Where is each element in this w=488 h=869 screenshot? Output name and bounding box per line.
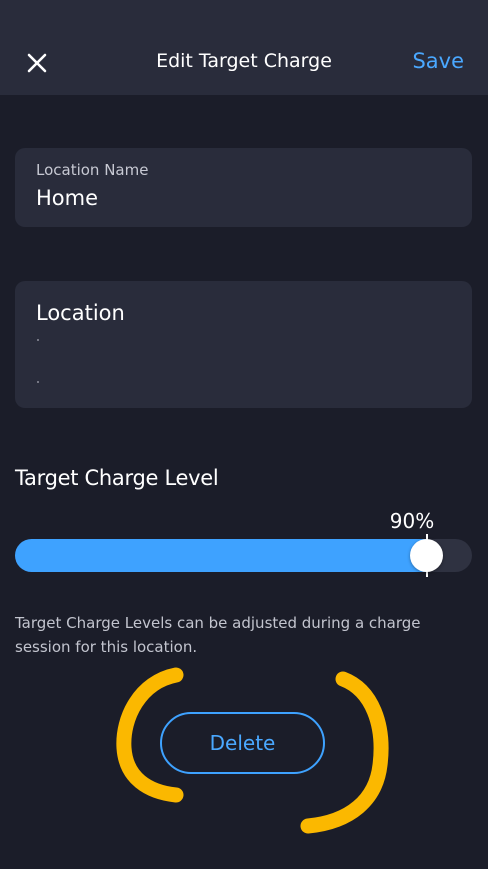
address-line-2-placeholder	[37, 381, 39, 383]
helper-text: Target Charge Levels can be adjusted dur…	[15, 614, 421, 656]
location-name-label: Location Name	[36, 161, 149, 179]
location-name-value: Home	[36, 186, 99, 210]
delete-button[interactable]: Delete	[160, 712, 325, 774]
top-bar: Edit Target Charge Save	[0, 0, 488, 95]
slider-thumb[interactable]	[410, 539, 443, 572]
target-charge-value: 90%	[389, 509, 435, 533]
delete-button-label: Delete	[209, 731, 276, 755]
location-label: Location	[36, 301, 125, 325]
location-field[interactable]: Location	[15, 281, 472, 408]
address-line-1-placeholder	[37, 339, 39, 341]
save-button[interactable]: Save	[412, 49, 464, 73]
location-name-field[interactable]: Location Name Home	[15, 148, 472, 227]
target-charge-title: Target Charge Level	[15, 466, 219, 490]
close-icon[interactable]	[22, 48, 52, 78]
slider-fill	[15, 539, 426, 572]
target-charge-slider[interactable]	[15, 534, 472, 577]
